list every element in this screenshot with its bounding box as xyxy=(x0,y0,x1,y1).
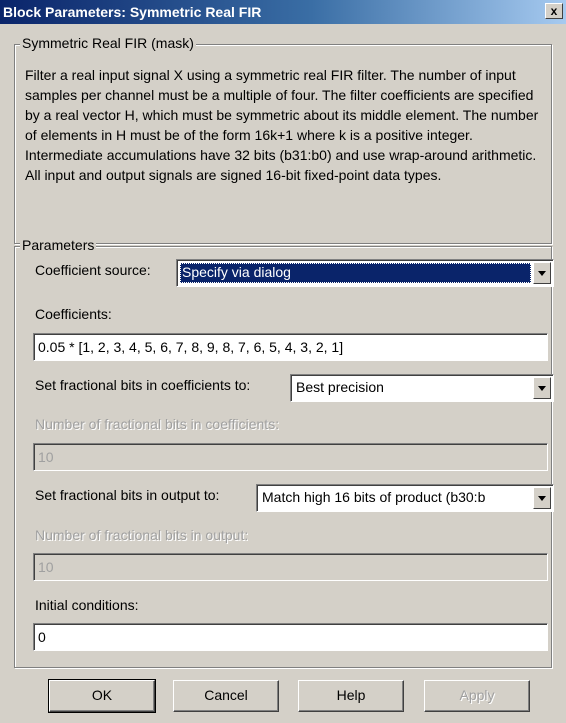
chevron-down-icon[interactable] xyxy=(533,262,551,284)
initial-conditions-label: Initial conditions: xyxy=(35,597,139,613)
mask-legend: Symmetric Real FIR (mask) xyxy=(20,35,196,51)
coefficient-source-label: Coefficient source: xyxy=(35,262,151,278)
title-bar[interactable]: Block Parameters: Symmetric Real FIR x xyxy=(0,0,566,24)
ok-button[interactable]: OK xyxy=(48,679,156,713)
chevron-down-icon[interactable] xyxy=(533,377,551,399)
coefficient-source-value: Specify via dialog xyxy=(180,263,531,283)
num-coef-frac-bits-field: 10 xyxy=(33,443,548,471)
window-title: Block Parameters: Symmetric Real FIR xyxy=(3,4,262,20)
output-frac-bits-value: Match high 16 bits of product (b30:b xyxy=(262,489,486,505)
close-icon[interactable]: x xyxy=(545,3,563,19)
coefficients-label: Coefficients: xyxy=(35,306,112,322)
help-button[interactable]: Help xyxy=(298,680,404,712)
coef-frac-bits-value: Best precision xyxy=(296,379,384,395)
num-output-frac-bits-field: 10 xyxy=(33,553,548,581)
coef-frac-bits-label: Set fractional bits in coefficients to: xyxy=(35,377,251,393)
apply-button: Apply xyxy=(424,680,530,712)
output-frac-bits-select[interactable]: Match high 16 bits of product (b30:b xyxy=(256,484,554,512)
chevron-down-icon[interactable] xyxy=(533,487,551,509)
coefficients-field[interactable]: 0.05 * [1, 2, 3, 4, 5, 6, 7, 8, 9, 8, 7,… xyxy=(33,333,548,361)
coefficient-source-select[interactable]: Specify via dialog xyxy=(176,259,554,287)
mask-description: Filter a real input signal X using a sym… xyxy=(25,67,539,183)
num-output-frac-bits-label: Number of fractional bits in output: xyxy=(35,527,249,543)
cancel-button[interactable]: Cancel xyxy=(173,680,279,712)
initial-conditions-field[interactable]: 0 xyxy=(33,623,548,651)
coef-frac-bits-select[interactable]: Best precision xyxy=(290,374,554,402)
output-frac-bits-label: Set fractional bits in output to: xyxy=(35,487,220,503)
parameters-legend: Parameters xyxy=(20,237,97,253)
num-coef-frac-bits-label: Number of fractional bits in coefficient… xyxy=(35,416,280,432)
